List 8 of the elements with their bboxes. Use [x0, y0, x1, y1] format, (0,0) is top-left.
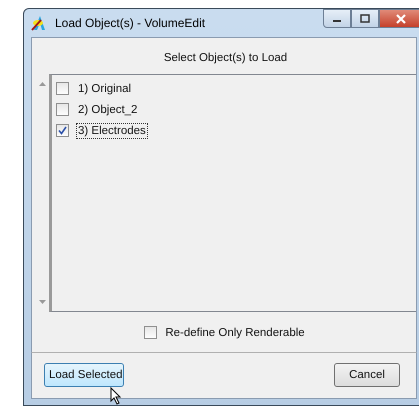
object-label[interactable]: 3) Electrodes [76, 122, 148, 139]
load-button[interactable]: Load Selected [44, 363, 124, 388]
option-label[interactable]: Re-define Only Renderable [163, 324, 307, 341]
object-label[interactable]: 1) Original [76, 80, 134, 97]
cancel-button[interactable]: Cancel [334, 363, 400, 388]
dialog-heading: Select Object(s) to Load [162, 50, 288, 66]
window-title: Load Object(s) - VolumeEdit [55, 16, 206, 30]
object-label[interactable]: 2) Object_2 [76, 102, 140, 118]
